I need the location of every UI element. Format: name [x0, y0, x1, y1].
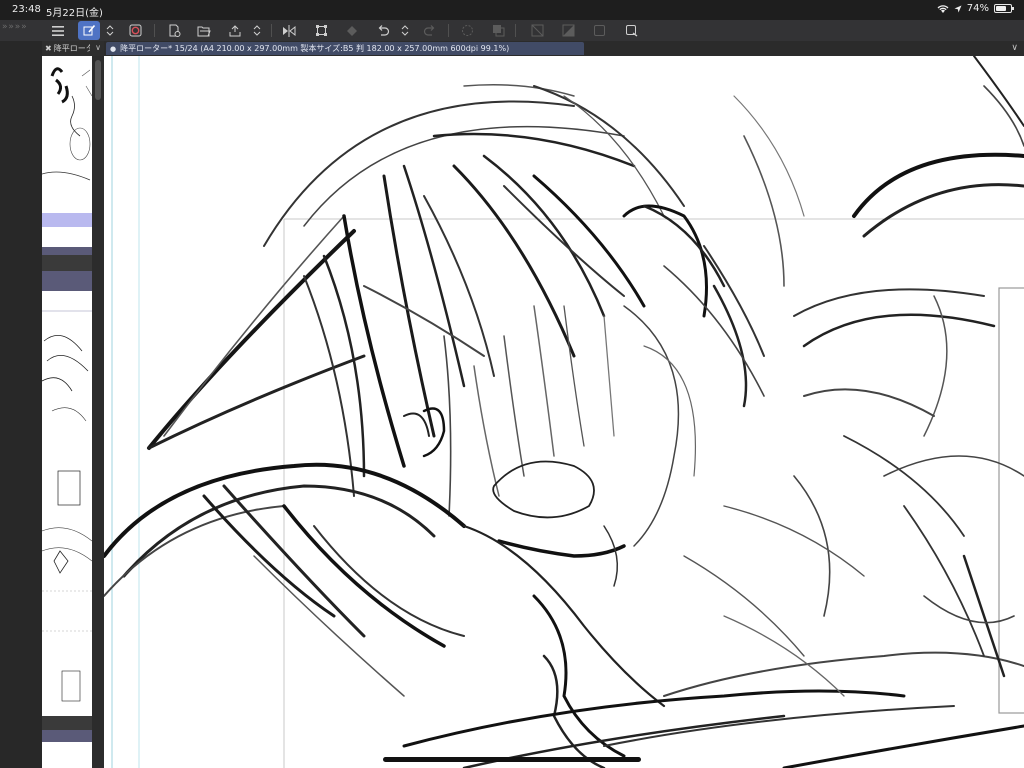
save-icon[interactable] [224, 21, 246, 40]
page-divider [42, 247, 92, 255]
battery-icon [994, 4, 1014, 13]
fill-icon[interactable] [341, 21, 363, 40]
status-right: 74% [937, 3, 1014, 14]
redo-icon[interactable] [418, 21, 440, 40]
document-tab[interactable]: ● 降平ローター* 15/24 (A4 210.00 x 297.00mm 製本… [106, 42, 584, 55]
updown-arrows-icon[interactable] [103, 21, 117, 40]
document-tab-bar: ● 降平ローター* 15/24 (A4 210.00 x 297.00mm 製本… [104, 41, 1024, 56]
scrollbar-thumb[interactable] [95, 60, 101, 100]
status-time: 23:48 [12, 4, 41, 15]
close-icon[interactable]: ✖ [45, 44, 52, 53]
left-edge-strip [0, 41, 42, 768]
page-thumbnail[interactable] [42, 742, 92, 768]
copy-layer-icon[interactable] [487, 21, 509, 40]
chevron-down-icon[interactable]: ∨ [95, 43, 101, 52]
pen-tool-icon[interactable] [78, 21, 100, 40]
fill-selection-icon[interactable] [557, 21, 579, 40]
page-thumbnail-selected[interactable] [42, 213, 92, 227]
guide-lines [111, 56, 1024, 768]
page-navigator-panel: ✖ 降平ローター ∨ [42, 41, 104, 768]
undo-icon[interactable] [372, 21, 394, 40]
document-tab-label: 降平ローター* 15/24 (A4 210.00 x 297.00mm 製本サイ… [120, 44, 510, 53]
home-indicator[interactable] [383, 757, 641, 762]
unsaved-dot-icon: ● [110, 44, 117, 53]
new-canvas-icon[interactable] [163, 21, 185, 40]
sketch-artwork [104, 56, 1024, 768]
navigator-tab-label: 降平ローター [53, 44, 90, 53]
location-arrow-icon [954, 5, 962, 12]
color-wheel-icon[interactable] [124, 21, 146, 40]
updown-arrows-icon[interactable] [398, 21, 412, 40]
status-date: 5月22日(金) [46, 8, 103, 19]
drawing-canvas[interactable] [104, 56, 1024, 768]
panel-collapse-arrows[interactable]: » » » » [2, 22, 27, 32]
page-thumbnail[interactable] [42, 291, 92, 716]
flip-horizontal-icon[interactable] [278, 21, 300, 40]
page-thumbnail[interactable] [42, 227, 92, 247]
wifi-icon [937, 4, 949, 13]
updown-arrows-icon[interactable] [250, 21, 264, 40]
sketch-strokes [104, 56, 1024, 768]
navigator-tab[interactable]: ✖ 降平ローター ∨ [42, 41, 104, 56]
deselect-icon[interactable] [588, 21, 610, 40]
selection-launcher-icon[interactable] [456, 21, 478, 40]
page-divider [42, 716, 92, 730]
command-bar: » » » » [0, 20, 1024, 42]
page-divider [42, 271, 92, 291]
open-file-icon[interactable] [193, 21, 215, 40]
transform-icon[interactable] [310, 21, 332, 40]
page-thumbnail[interactable] [42, 56, 92, 213]
status-bar: 23:48 5月22日(金) 74% [0, 0, 1024, 20]
clear-outside-icon[interactable] [526, 21, 548, 40]
battery-percent: 74% [966, 3, 989, 14]
navigator-scrollbar[interactable] [92, 56, 104, 768]
invert-selection-icon[interactable] [620, 21, 642, 40]
page-thumbnail-selected[interactable] [42, 730, 92, 742]
chevron-down-icon[interactable]: ∨ [1011, 43, 1018, 53]
menu-icon[interactable] [47, 21, 69, 40]
